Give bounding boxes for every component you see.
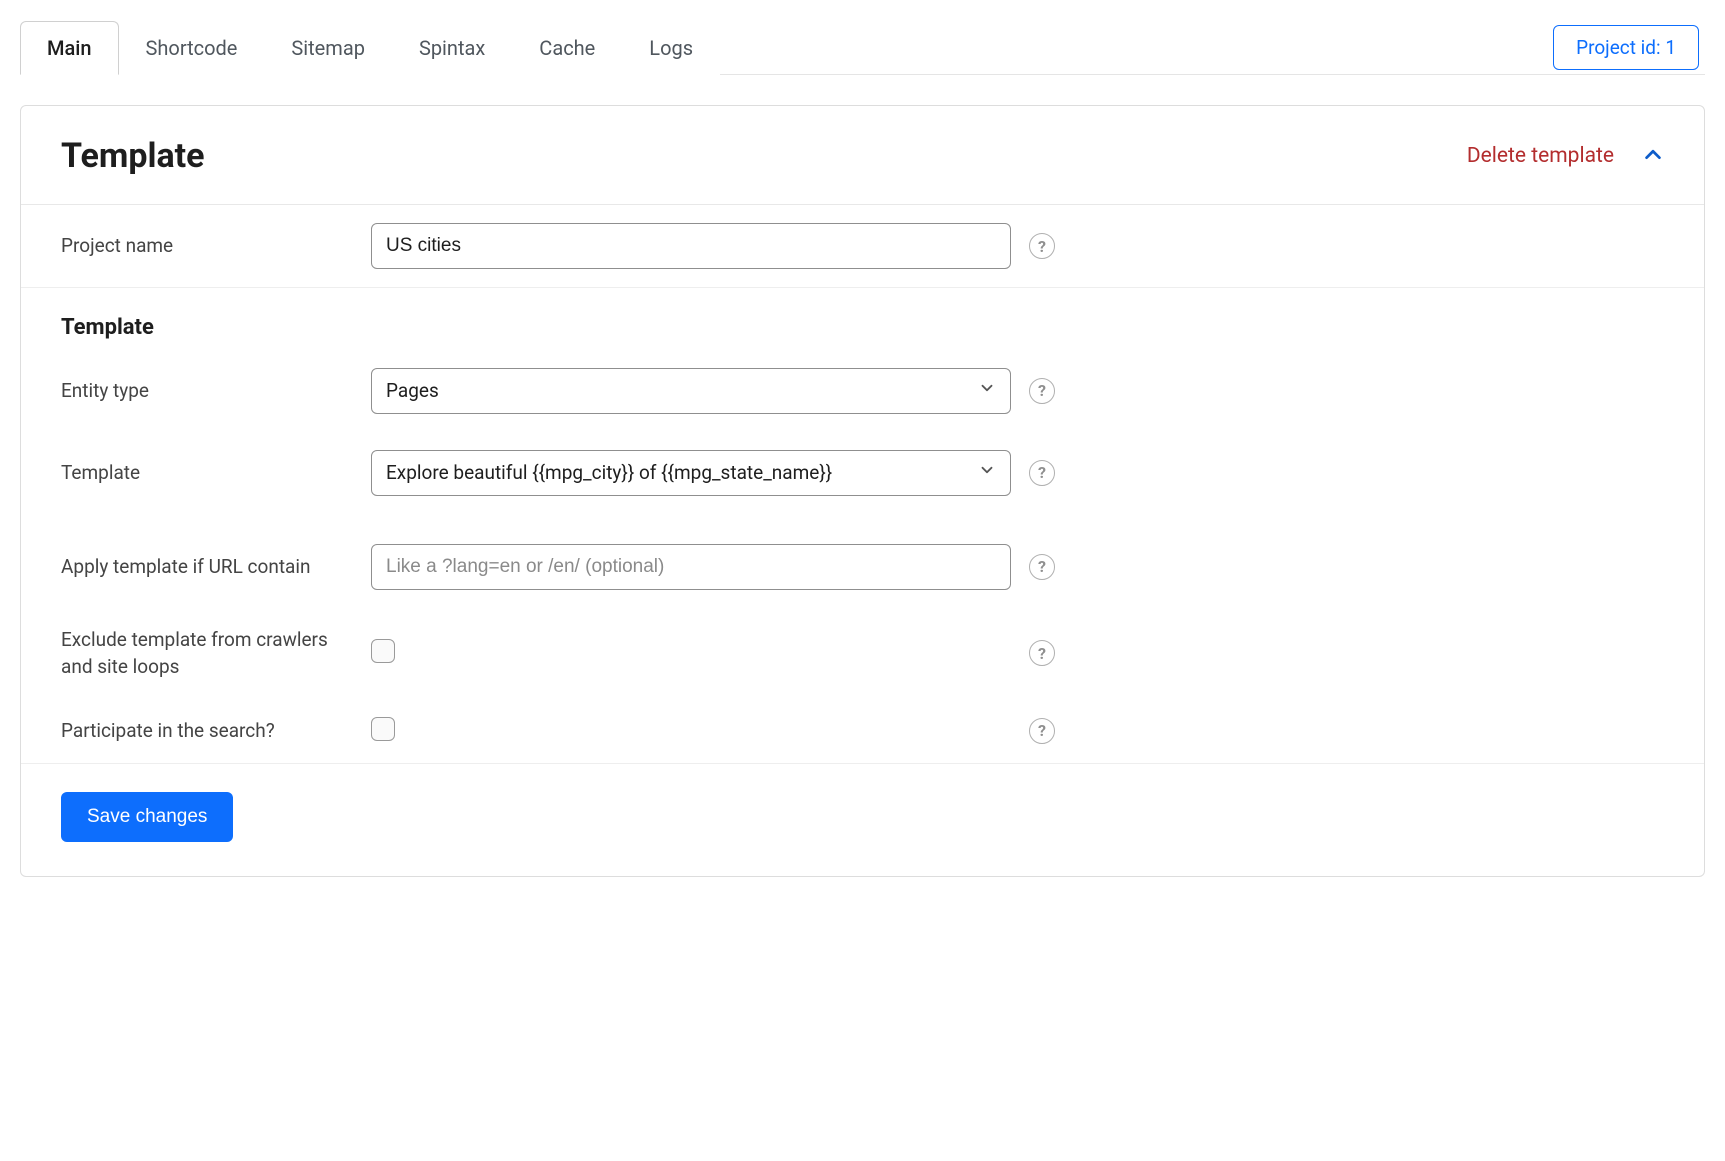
subheading-template: Template (61, 312, 371, 344)
tabs-list: Main Shortcode Sitemap Spintax Cache Log… (20, 20, 720, 74)
help-icon[interactable]: ? (1029, 460, 1055, 486)
help-icon[interactable]: ? (1029, 233, 1055, 259)
label-project-name: Project name (61, 232, 371, 260)
row-url-contain: Apply template if URL contain ? (21, 526, 1704, 608)
save-button[interactable]: Save changes (61, 792, 233, 842)
form-body: Project name ? Template Entity type Page… (21, 205, 1704, 763)
template-panel: Template Delete template Project name ? … (20, 105, 1705, 877)
label-url-contain: Apply template if URL contain (61, 553, 371, 581)
project-name-input[interactable] (371, 223, 1011, 269)
participate-checkbox[interactable] (371, 717, 395, 741)
chevron-up-icon (1642, 143, 1664, 169)
help-icon[interactable]: ? (1029, 718, 1055, 744)
row-participate: Participate in the search? ? (21, 699, 1704, 763)
chevron-down-icon (978, 461, 996, 484)
template-select[interactable]: Explore beautiful {{mpg_city}} of {{mpg_… (371, 450, 1011, 496)
label-entity-type: Entity type (61, 377, 371, 405)
panel-title: Template (61, 136, 205, 176)
tab-logs[interactable]: Logs (622, 21, 720, 75)
panel-header-actions: Delete template (1467, 143, 1664, 169)
template-value: Explore beautiful {{mpg_city}} of {{mpg_… (386, 461, 832, 484)
tab-spintax[interactable]: Spintax (392, 21, 512, 75)
project-id-badge[interactable]: Project id: 1 (1553, 25, 1699, 70)
tab-cache[interactable]: Cache (512, 21, 622, 75)
tabs-right: Project id: 1 (1553, 25, 1705, 70)
panel-header: Template Delete template (21, 106, 1704, 205)
tabs-bar: Main Shortcode Sitemap Spintax Cache Log… (20, 20, 1705, 75)
row-subheading: Template (21, 288, 1704, 350)
entity-type-select[interactable]: Pages (371, 368, 1011, 414)
row-entity-type: Entity type Pages ? (21, 350, 1704, 432)
url-contain-input[interactable] (371, 544, 1011, 590)
exclude-checkbox[interactable] (371, 639, 395, 663)
help-icon[interactable]: ? (1029, 378, 1055, 404)
row-exclude: Exclude template from crawlers and site … (21, 608, 1704, 699)
panel-footer: Save changes (21, 763, 1704, 876)
chevron-down-icon (978, 379, 996, 402)
entity-type-value: Pages (386, 379, 439, 402)
collapse-toggle[interactable] (1642, 143, 1664, 169)
row-template: Template Explore beautiful {{mpg_city}} … (21, 432, 1704, 526)
tab-shortcode[interactable]: Shortcode (119, 21, 265, 75)
tab-sitemap[interactable]: Sitemap (264, 21, 392, 75)
row-project-name: Project name ? (21, 205, 1704, 288)
label-participate: Participate in the search? (61, 717, 371, 745)
help-icon[interactable]: ? (1029, 554, 1055, 580)
label-exclude: Exclude template from crawlers and site … (61, 626, 371, 681)
delete-template-link[interactable]: Delete template (1467, 144, 1614, 168)
tab-main[interactable]: Main (20, 21, 119, 75)
help-icon[interactable]: ? (1029, 640, 1055, 666)
label-template: Template (61, 459, 371, 487)
